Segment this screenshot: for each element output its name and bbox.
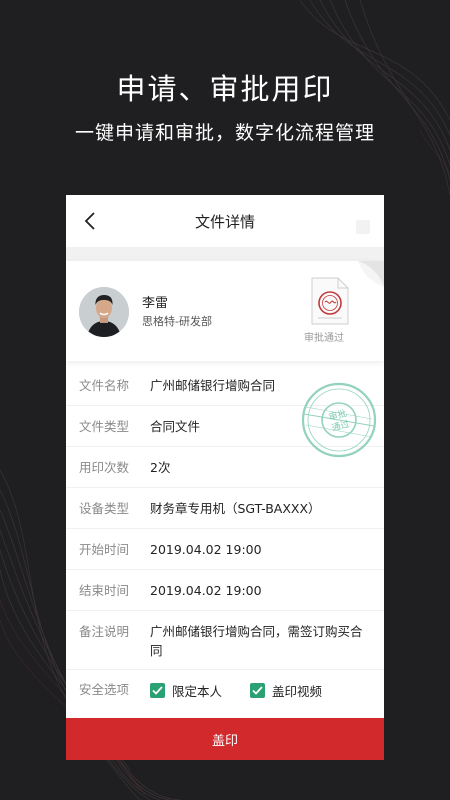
back-button[interactable] — [76, 207, 104, 235]
divider-strip — [66, 247, 384, 261]
field-label: 备注说明 — [79, 624, 130, 639]
checkbox-checked-icon[interactable] — [250, 682, 266, 698]
option-label: 限定本人 — [172, 683, 223, 699]
page-fold-corner — [358, 261, 384, 287]
field-label: 文件名称 — [79, 378, 130, 393]
field-row-end-time: 结束时间 2019.04.02 19:00 — [66, 570, 384, 611]
option-label: 盖印视频 — [272, 683, 323, 699]
avatar — [79, 287, 129, 337]
field-value: 广州邮储银行增购合同 — [150, 378, 276, 393]
menu-icon[interactable] — [356, 220, 370, 234]
field-value: 财务章专用机（SGT-BAXXX） — [150, 501, 321, 516]
person-avatar-icon — [79, 287, 129, 337]
document-details: 文件名称 广州邮储银行增购合同 文件类型 合同文件 用印次数 2次 设备类型 财… — [66, 361, 384, 710]
field-label: 设备类型 — [79, 501, 130, 516]
approval-status-text: 审批通过 — [304, 333, 344, 344]
nav-bar: 文件详情 — [66, 195, 384, 247]
field-row-doc-type: 文件类型 合同文件 — [66, 406, 384, 447]
option-stamp-video[interactable]: 盖印视频 — [250, 681, 322, 700]
field-label: 结束时间 — [79, 583, 130, 598]
field-value: 合同文件 — [150, 419, 201, 434]
page-title: 文件详情 — [194, 212, 255, 231]
field-value: 2019.04.02 19:00 — [150, 542, 262, 557]
applicant-card: 李雷 思格特-研发部 审批通过 — [66, 261, 384, 361]
field-value: 2019.04.02 19:00 — [150, 583, 262, 598]
checkbox-checked-icon[interactable] — [150, 682, 165, 698]
hero-subline: 一键申请和审批，数字化流程管理 — [74, 122, 375, 144]
field-row-doc-name: 文件名称 广州邮储银行增购合同 — [66, 365, 384, 406]
field-value: 广州邮储银行增购合同，需签订购买合同 — [150, 624, 363, 658]
applicant-name: 李雷 — [142, 296, 169, 311]
field-label: 用印次数 — [79, 460, 130, 475]
field-row-start-time: 开始时间 2019.04.02 19:00 — [66, 529, 384, 570]
security-label: 安全选项 — [79, 682, 130, 697]
field-row-remarks: 备注说明 广州邮储银行增购合同，需签订购买合同 — [66, 611, 384, 670]
approved-document-icon — [311, 277, 349, 325]
security-options-row: 安全选项 限定本人 盖印视频 — [66, 670, 384, 710]
field-row-device-type: 设备类型 财务章专用机（SGT-BAXXX） — [66, 488, 384, 529]
hero-headline: 申请、审批用印 — [116, 72, 334, 106]
field-label: 文件类型 — [79, 419, 130, 434]
stamp-button[interactable]: 盖印 — [66, 718, 384, 760]
phone-screen: 文件详情 李雷 思格特-研发部 审批通过 文件名称 广州邮储银行增购合同 文件类… — [66, 195, 384, 760]
field-label: 开始时间 — [79, 542, 130, 557]
applicant-department: 思格特-研发部 — [142, 315, 212, 328]
option-self-only[interactable]: 限定本人 — [150, 681, 222, 700]
field-value: 2次 — [150, 460, 171, 475]
field-row-stamp-count: 用印次数 2次 — [66, 447, 384, 488]
chevron-left-icon — [84, 212, 95, 230]
